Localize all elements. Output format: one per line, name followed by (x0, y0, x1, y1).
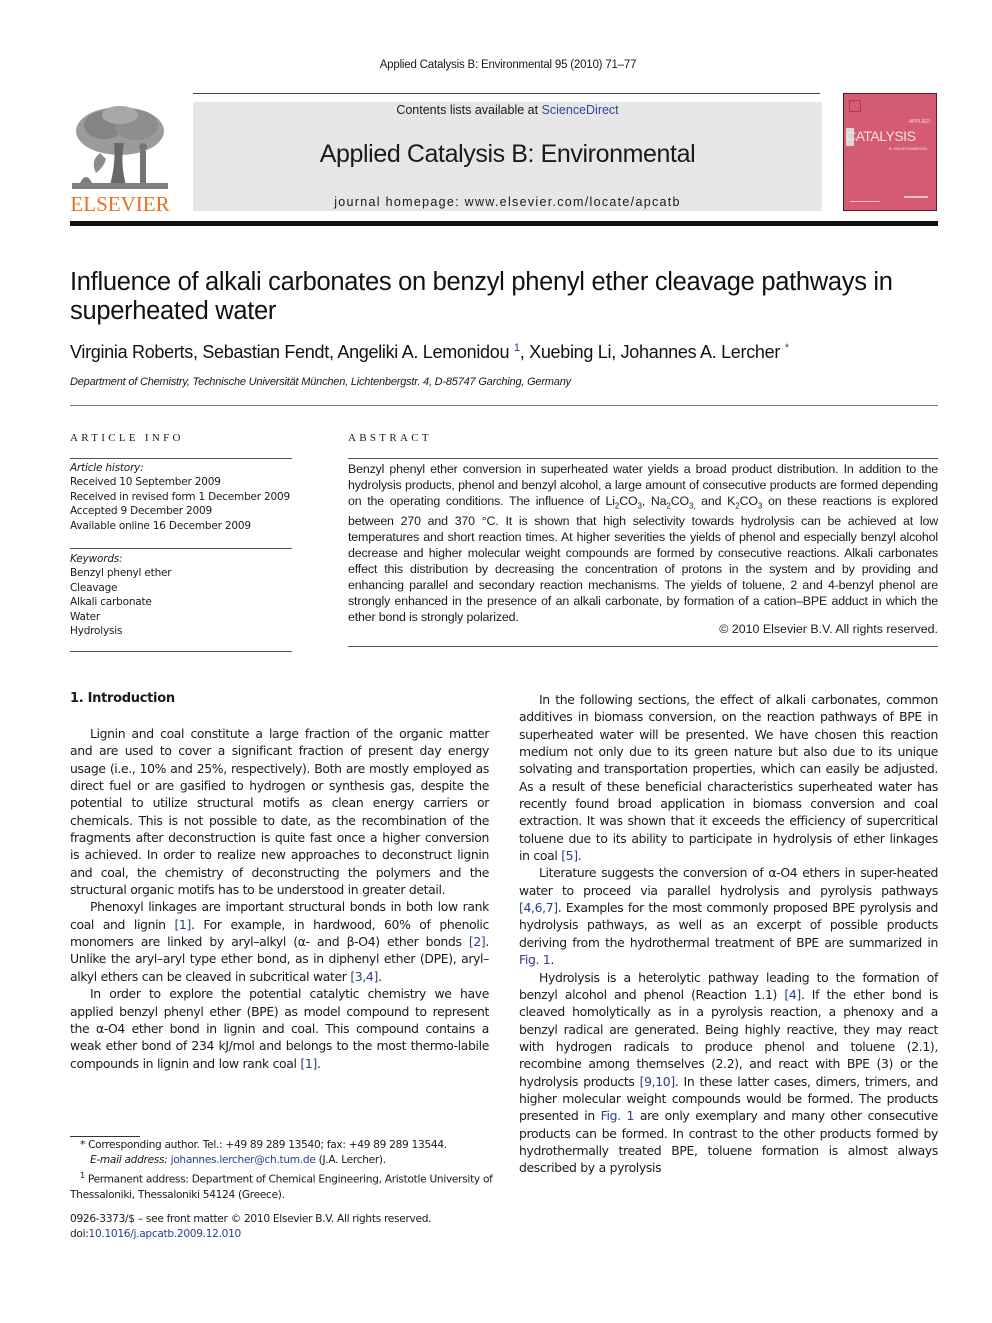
text: . (377, 968, 382, 984)
journal-homepage-link[interactable]: journal homepage: www.elsevier.com/locat… (193, 195, 822, 209)
text: In the following sections, the effect of… (519, 692, 938, 864)
author-name[interactable]: Xuebing Li (529, 342, 611, 362)
abstract-segment: and K (695, 493, 736, 508)
article-info-heading: ARTICLE INFO (70, 432, 184, 444)
author-list: Virginia Roberts, Sebastian Fendt, Angel… (70, 342, 789, 362)
abstract-text: Benzyl phenyl ether conversion in superh… (348, 462, 938, 626)
author-name[interactable]: Angeliki A. Lemonidou (337, 342, 509, 362)
author-name[interactable]: Johannes A. Lercher (621, 342, 781, 362)
article-history: Article history: Received 10 September 2… (70, 461, 295, 533)
history-item: Received 10 September 2009 (70, 476, 221, 489)
text: Permanent address: Department of Chemica… (70, 1173, 493, 1202)
contents-prefix: Contents lists available at (396, 103, 542, 117)
cover-small-label: APPLIED (908, 119, 930, 125)
footnotes: * Corresponding author. Tel.: +49 89 289… (70, 1138, 500, 1203)
citation-link[interactable]: [1] (174, 917, 191, 932)
citation-link[interactable]: [3,4] (350, 969, 378, 984)
paragraph: In the following sections, the effect of… (519, 691, 938, 864)
citation-link[interactable]: [4,6,7] (519, 900, 558, 915)
abstract-segment: CO (619, 493, 638, 508)
keyword: Hydrolysis (70, 625, 123, 638)
text: Corresponding author. Tel.: +49 89 289 1… (85, 1139, 447, 1151)
corresponding-mark[interactable]: * (785, 342, 789, 354)
email-link[interactable]: johannes.lercher@ch.tum.de (171, 1154, 316, 1166)
issn-line: 0926-3373/$ – see front matter © 2010 El… (70, 1213, 432, 1225)
citation-link[interactable]: [9,10] (640, 1074, 676, 1089)
paragraph: Lignin and coal constitute a large fract… (70, 726, 489, 898)
abstract-segment: CO (739, 493, 758, 508)
footnote-corresponding: * Corresponding author. Tel.: +49 89 289… (70, 1138, 500, 1153)
paragraph: Hydrolysis is a heterolytic pathway lead… (519, 969, 938, 1177)
doi-line: doi:10.1016/j.apcatb.2009.12.010 (70, 1227, 500, 1242)
article-title: Influence of alkali carbonates on benzyl… (70, 268, 893, 325)
history-label: Article history: (70, 462, 144, 474)
header-thick-rule (70, 221, 938, 226)
divider (70, 405, 938, 406)
doi-link[interactable]: 10.1016/j.apcatb.2009.12.010 (89, 1228, 242, 1240)
divider (70, 458, 292, 459)
text: . (316, 1055, 321, 1071)
text: Literature suggests the conversion of α-… (519, 865, 938, 898)
doi-label: doi: (70, 1228, 89, 1241)
email-label: E-mail address: (90, 1154, 171, 1167)
right-column: In the following sections, the effect of… (519, 691, 938, 1177)
cover-subtitle: B: ENVIRONMENTAL (888, 146, 928, 151)
text: . (577, 848, 582, 864)
copyright-notice: © 2010 Elsevier B.V. All rights reserved… (719, 622, 938, 636)
citation-link[interactable]: [5] (561, 848, 578, 863)
front-matter: 0926-3373/$ – see front matter © 2010 El… (70, 1212, 500, 1242)
history-item: Received in revised form 1 December 2009 (70, 490, 290, 503)
paragraph: Literature suggests the conversion of α-… (519, 864, 938, 968)
citation-link[interactable]: [1] (300, 1056, 317, 1071)
text: . (550, 952, 554, 968)
divider (348, 646, 938, 647)
abstract-segment: , Na (641, 493, 667, 508)
journal-cover-thumbnail: APPLIED CATALYSIS B: ENVIRONMENTAL (843, 93, 937, 211)
history-item: Accepted 9 December 2009 (70, 505, 212, 518)
text: (J.A. Lercher). (315, 1154, 387, 1167)
running-head: Applied Catalysis B: Environmental 95 (2… (379, 59, 637, 71)
sciencedirect-link[interactable]: ScienceDirect (542, 103, 619, 117)
cover-footer-line (850, 201, 880, 202)
footnote-permanent-address: 1 Permanent address: Department of Chemi… (70, 1168, 500, 1203)
paragraph: Phenoxyl linkages are important structur… (70, 898, 489, 985)
section-heading: 1. Introduction (70, 691, 175, 706)
contents-line: Contents lists available at ScienceDirec… (193, 103, 822, 117)
citation-link[interactable]: [2] (469, 934, 486, 949)
keyword: Benzyl phenyl ether (70, 567, 172, 580)
keywords-label: Keywords: (70, 553, 123, 565)
paragraph: In order to explore the potential cataly… (70, 985, 489, 1072)
divider (348, 458, 938, 459)
journal-name: Applied Catalysis B: Environmental (319, 140, 696, 168)
abstract-segment: on these reactions is explored between 2… (348, 493, 939, 624)
author-name[interactable]: Virginia Roberts (70, 342, 193, 362)
cover-publisher-icon (849, 100, 861, 112)
divider (70, 651, 292, 652)
footnote-rule (70, 1136, 140, 1137)
footnote-mark[interactable]: 1 (514, 342, 520, 354)
footnote-email: E-mail address: johannes.lercher@ch.tum.… (70, 1153, 500, 1168)
publisher-name: ELSEVIER (70, 192, 170, 216)
affiliation: Department of Chemistry, Technische Univ… (70, 376, 571, 388)
abstract-heading: ABSTRACT (348, 432, 432, 444)
header-rule (193, 93, 820, 94)
keywords: Keywords: Benzyl phenyl ether Cleavage A… (70, 552, 295, 638)
text: . Examples for the most commonly propose… (519, 900, 938, 950)
author-name[interactable]: Sebastian Fendt (202, 342, 329, 362)
figure-link[interactable]: Fig. 1 (601, 1108, 635, 1123)
left-column: Lignin and coal constitute a large fract… (70, 725, 489, 1072)
divider (70, 548, 292, 549)
footnote-mark: 1 (80, 1171, 85, 1181)
keyword: Water (70, 610, 101, 623)
text: In order to explore the potential cataly… (70, 986, 489, 1071)
citation-link[interactable]: [4] (784, 987, 801, 1002)
keyword: Cleavage (70, 581, 118, 594)
history-item: Available online 16 December 2009 (70, 519, 251, 532)
cover-footer-logo (904, 196, 928, 198)
keyword: Alkali carbonate (70, 596, 152, 609)
abstract-segment: CO (670, 493, 690, 508)
figure-link[interactable]: Fig. 1 (519, 952, 551, 967)
cover-title: CATALYSIS (846, 128, 916, 144)
